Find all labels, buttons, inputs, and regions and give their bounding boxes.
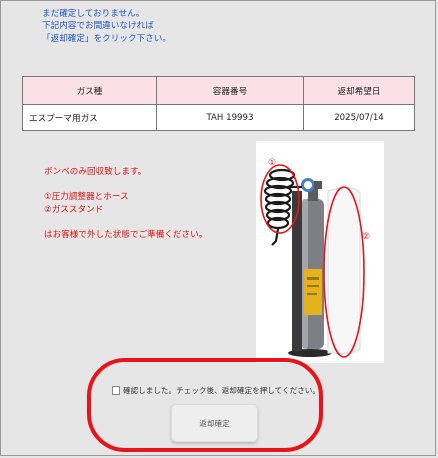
intro-line: まだ確定しておりません。 [42, 9, 145, 19]
intro-message: まだ確定しておりません。 下記内容でお間違いなければ 「返却確定」をクリック下さ… [42, 8, 171, 45]
confirm-checkbox-label[interactable]: 確認しました。チェック後、返却確定を押してください。 [123, 386, 320, 395]
photo-label-2: ② [362, 232, 370, 242]
table-header-row: ガス種 容器番号 返却希望日 [22, 76, 416, 105]
return-info-table: ガス種 容器番号 返却希望日 エスプーマ用ガス TAH 19993 2025/0… [22, 76, 416, 131]
note-line: ボンベのみ回収致します。 [44, 167, 147, 177]
cell-container-number: TAH 19993 [155, 104, 304, 131]
confirm-checkbox[interactable] [112, 386, 120, 395]
confirm-checkbox-row[interactable]: 確認しました。チェック後、返却確定を押してください。 [112, 385, 320, 396]
cylinder-icon [302, 189, 324, 349]
note-line: はお客様で外した状態でご準備ください。 [44, 230, 208, 241]
cell-gas-type: エスプーマ用ガス [22, 104, 157, 131]
column-header-return-date: 返却希望日 [302, 76, 416, 105]
cell-return-date: 2025/07/14 [302, 104, 416, 131]
intro-line: 「返却確定」をクリック下さい。 [42, 33, 171, 44]
column-header-gas-type: ガス種 [22, 76, 157, 105]
note-line: ②ガススタンド [44, 204, 104, 215]
intro-line: 下記内容でお間違いなければ [42, 21, 154, 32]
column-header-container-number: 容器番号 [155, 76, 304, 105]
gas-cylinder-photo: ① ② [256, 141, 384, 363]
stand-panel [327, 187, 361, 354]
return-confirm-button[interactable]: 返却確定 [171, 404, 258, 442]
note-line: ①圧力調整器とホース [44, 192, 129, 203]
return-notes: ボンベのみ回収致します。 ①圧力調整器とホース ②ガススタンド はお客様で外した… [44, 166, 207, 242]
photo-label-1: ① [268, 158, 276, 168]
table-row: エスプーマ用ガス TAH 19993 2025/07/14 [22, 104, 416, 131]
